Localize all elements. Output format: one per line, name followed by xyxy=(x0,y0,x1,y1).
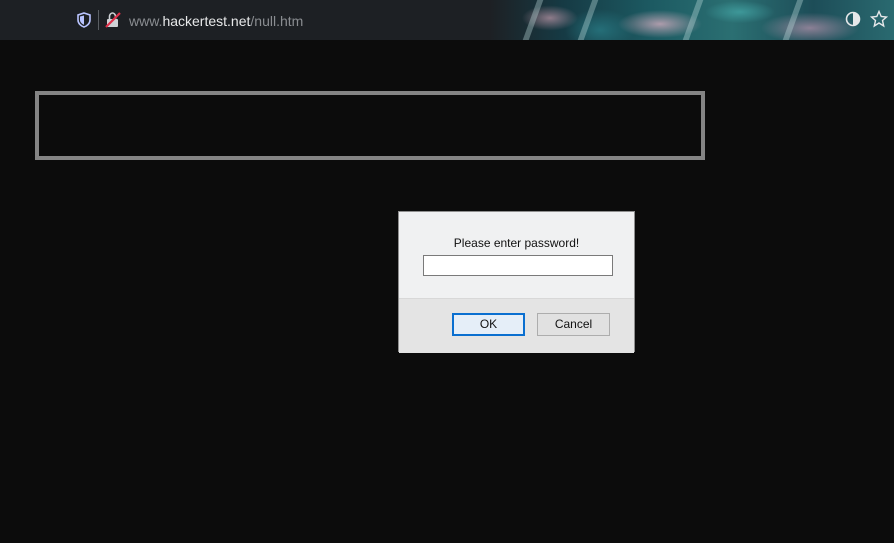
page-content: Please enter password! OK Cancel xyxy=(0,40,894,543)
url-path: /null.htm xyxy=(250,13,304,29)
dialog-message: Please enter password! xyxy=(453,236,580,250)
bookmark-star-icon[interactable] xyxy=(869,9,889,28)
toolbar-theme-artwork xyxy=(490,0,894,40)
ok-button[interactable]: OK xyxy=(452,313,525,336)
cancel-button[interactable]: Cancel xyxy=(537,313,610,336)
dialog-button-bar: OK Cancel xyxy=(399,299,634,353)
extension-icon[interactable] xyxy=(844,10,862,28)
toolbar-separator xyxy=(98,10,99,30)
tracking-blocked-icon[interactable] xyxy=(105,11,121,29)
url-host: hackertest.net xyxy=(162,13,251,29)
browser-toolbar: www.hackertest.net/null.htm xyxy=(0,0,894,40)
password-input[interactable] xyxy=(423,255,613,276)
url-prefix: www. xyxy=(129,13,163,29)
empty-frame-box xyxy=(35,91,705,160)
dialog-body: Please enter password! xyxy=(399,212,634,299)
address-bar-url[interactable]: www.hackertest.net/null.htm xyxy=(129,12,303,30)
shield-icon[interactable] xyxy=(77,12,91,28)
password-prompt-dialog: Please enter password! OK Cancel xyxy=(398,211,635,353)
